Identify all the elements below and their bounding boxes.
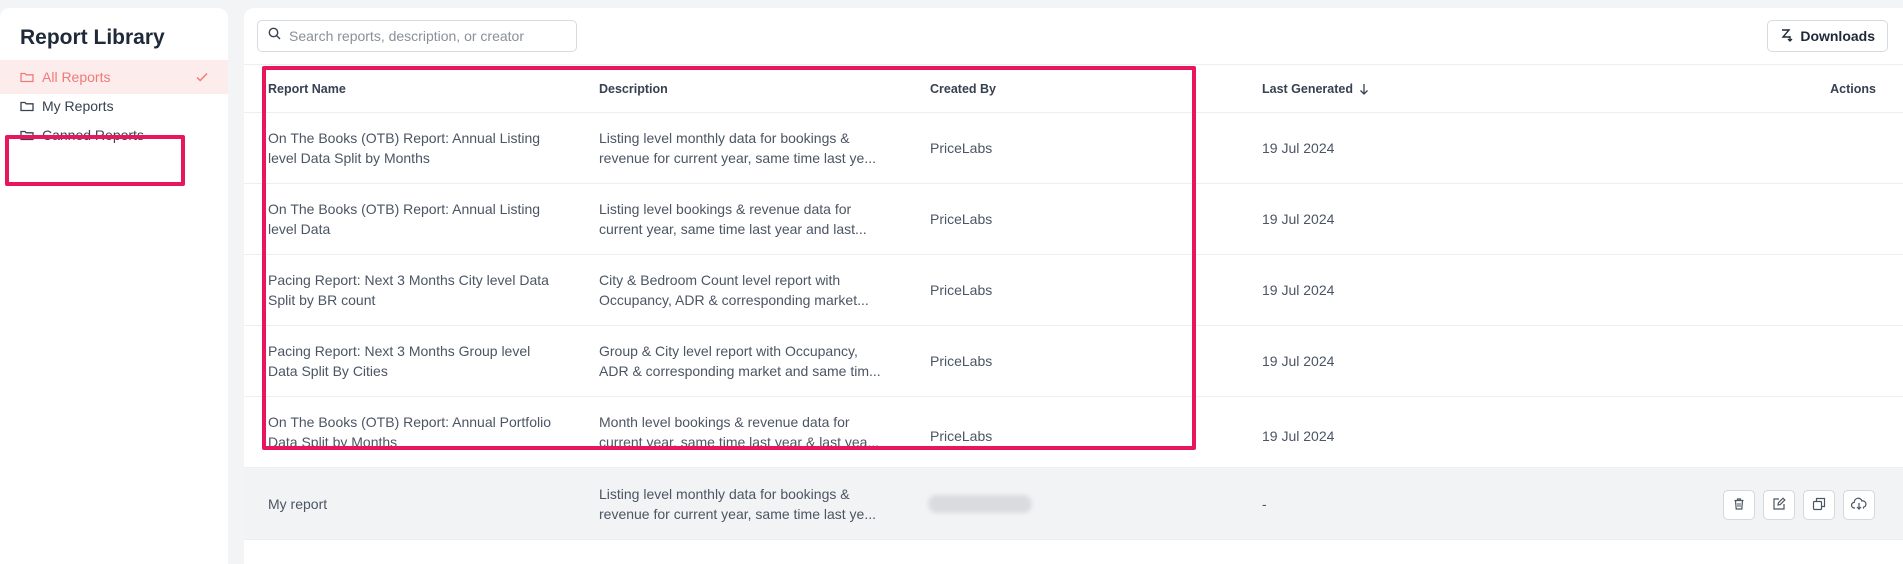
description-line: ADR & corresponding market and same tim.…	[599, 363, 881, 379]
description-line: City & Bedroom Count level report with	[599, 272, 841, 288]
sidebar-title: Report Library	[20, 26, 165, 49]
table-row[interactable]: Pacing Report: Next 3 Months City level …	[244, 255, 1903, 326]
sidebar: Report Library All Reports My Reports Ca…	[0, 8, 228, 564]
duplicate-button[interactable]	[1803, 490, 1835, 520]
report-name[interactable]: On The Books (OTB) Report: Annual Portfo…	[268, 412, 558, 452]
report-name[interactable]: My report	[268, 494, 558, 514]
created-by: PriceLabs	[930, 282, 993, 298]
table-row[interactable]: On The Books (OTB) Report: Annual Portfo…	[244, 397, 1903, 468]
description-line: current year, same time last year and la…	[599, 221, 867, 237]
folder-icon	[20, 71, 34, 83]
report-description: Listing level monthly data for bookings …	[599, 128, 899, 168]
table-row[interactable]: My report Listing level monthly data for…	[244, 468, 1903, 540]
report-name[interactable]: Pacing Report: Next 3 Months Group level…	[268, 341, 558, 381]
last-generated: 19 Jul 2024	[1262, 428, 1335, 445]
created-by: PriceLabs	[930, 428, 993, 445]
description-line: Month level bookings & revenue data for	[599, 414, 850, 430]
header-report-name[interactable]: Report Name	[268, 82, 346, 96]
report-description: Group & City level report with Occupancy…	[599, 341, 899, 381]
description-line: Listing level bookings & revenue data fo…	[599, 201, 852, 217]
copy-icon	[1812, 497, 1826, 514]
description-line: revenue for current year, same time last…	[599, 505, 877, 522]
report-name[interactable]: Pacing Report: Next 3 Months City level …	[268, 270, 558, 310]
report-name[interactable]: On The Books (OTB) Report: Annual Listin…	[268, 128, 558, 168]
sidebar-item-canned-reports[interactable]: Canned Reports	[0, 118, 228, 152]
header-actions: Actions	[1830, 82, 1876, 96]
report-description: Month level bookings & revenue data for …	[599, 412, 899, 452]
description-line: Occupancy, ADR & corresponding market...	[599, 292, 869, 308]
description-line: revenue for current year, same time last…	[599, 150, 877, 166]
last-generated: 19 Jul 2024	[1262, 282, 1335, 298]
check-icon	[194, 69, 210, 85]
table-row[interactable]: Pacing Report: Next 3 Months Group level…	[244, 326, 1903, 397]
download-icon	[1780, 28, 1800, 45]
created-by: PriceLabs	[930, 211, 993, 227]
header-description[interactable]: Description	[599, 82, 668, 96]
report-description: Listing level bookings & revenue data fo…	[599, 199, 899, 239]
delete-button[interactable]	[1723, 490, 1755, 520]
description-line: current year, same time last year & last…	[599, 434, 880, 450]
description-line: Listing level monthly data for bookings …	[599, 485, 850, 502]
edit-button[interactable]	[1763, 490, 1795, 520]
sidebar-item-label: My Reports	[42, 98, 114, 114]
sort-down-icon	[1359, 83, 1369, 95]
row-actions	[1723, 490, 1875, 520]
report-description: Listing level monthly data for bookings …	[599, 484, 899, 524]
last-generated: 19 Jul 2024	[1262, 353, 1335, 369]
download-report-button[interactable]	[1843, 490, 1875, 520]
table-row[interactable]: On The Books (OTB) Report: Annual Listin…	[244, 184, 1903, 255]
main-panel: Downloads Report Name Description Create…	[244, 8, 1903, 564]
header-last-generated-label: Last Generated	[1262, 82, 1354, 96]
downloads-label: Downloads	[1800, 28, 1875, 44]
header-created-by[interactable]: Created By	[930, 82, 996, 96]
reports-table: Report Name Description Created By Last …	[244, 64, 1903, 540]
downloads-button[interactable]: Downloads	[1767, 20, 1888, 52]
edit-icon	[1772, 496, 1786, 514]
description-line: Listing level monthly data for bookings …	[599, 130, 850, 146]
table-header: Report Name Description Created By Last …	[244, 64, 1903, 113]
table-row[interactable]: On The Books (OTB) Report: Annual Listin…	[244, 113, 1903, 184]
created-by: PriceLabs	[930, 140, 993, 156]
created-by-redacted	[928, 495, 1032, 513]
sidebar-item-label: All Reports	[42, 69, 111, 85]
description-line: Group & City level report with Occupancy…	[599, 343, 858, 359]
folder-icon	[20, 100, 34, 112]
last-generated: 19 Jul 2024	[1262, 211, 1335, 227]
last-generated: -	[1262, 495, 1267, 512]
last-generated: 19 Jul 2024	[1262, 140, 1335, 156]
folder-icon	[20, 129, 34, 141]
header-last-generated[interactable]: Last Generated	[1262, 82, 1369, 96]
search-input[interactable]	[289, 28, 559, 44]
trash-icon	[1732, 497, 1746, 514]
report-description: City & Bedroom Count level report with O…	[599, 270, 899, 310]
search-box[interactable]	[257, 20, 577, 52]
search-icon	[268, 27, 289, 45]
created-by: PriceLabs	[930, 353, 993, 369]
report-name[interactable]: On The Books (OTB) Report: Annual Listin…	[268, 199, 558, 239]
cloud-download-icon	[1850, 497, 1867, 514]
sidebar-item-label: Canned Reports	[42, 127, 144, 143]
